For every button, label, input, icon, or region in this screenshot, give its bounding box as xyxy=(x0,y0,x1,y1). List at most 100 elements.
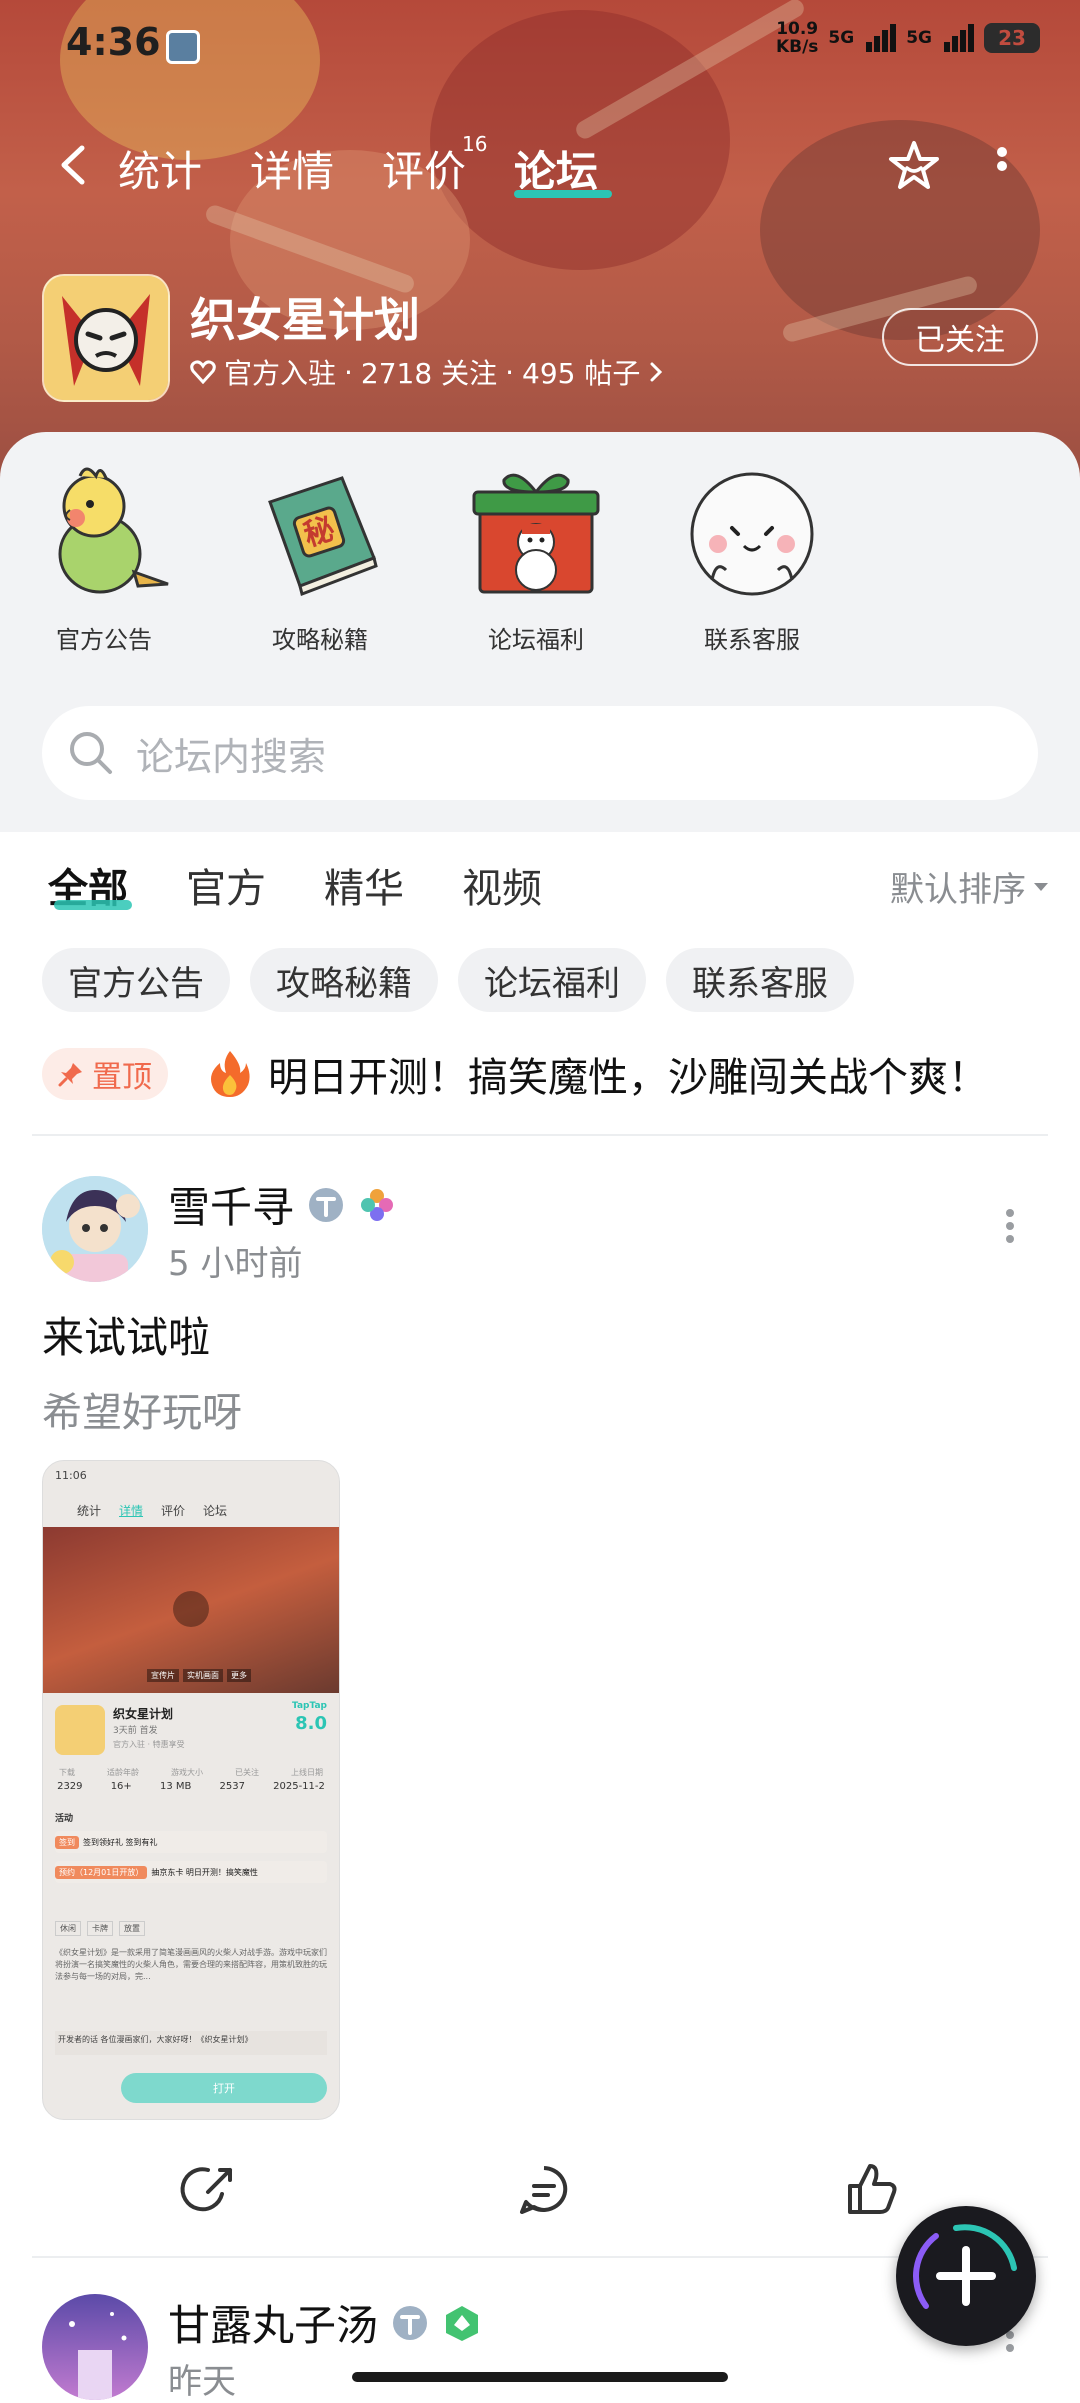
shortcut-support[interactable]: 联系客服 xyxy=(662,462,842,655)
avatar[interactable] xyxy=(42,1176,148,1282)
search-input[interactable]: 论坛内搜索 xyxy=(136,726,326,781)
chevron-right-icon[interactable] xyxy=(648,360,664,384)
shortcut-label: 官方公告 xyxy=(56,626,152,654)
post-count[interactable]: 495 帖子 xyxy=(522,352,640,392)
preview-tags: 休闲 卡牌 放置 xyxy=(55,1921,145,1936)
post-author[interactable]: 甘露丸子汤 xyxy=(168,2292,378,2353)
back-icon[interactable] xyxy=(52,142,98,188)
flower-badge-icon xyxy=(361,1188,394,1221)
chip-welfare[interactable]: 论坛福利 xyxy=(458,948,646,1012)
search-icon xyxy=(70,732,112,774)
chip-announcements[interactable]: 官方公告 xyxy=(42,948,230,1012)
post-author-row: 雪千寻 xyxy=(168,1174,396,1235)
preview-tag: 卡牌 xyxy=(87,1921,113,1936)
preview-tab: 详情 xyxy=(119,1503,144,1518)
sort-dropdown[interactable]: 默认排序 xyxy=(890,862,1050,911)
preview-reserve-text: 抽京东卡 明日开测！搞笑魔性 xyxy=(151,1867,258,1877)
shortcut-announcements[interactable]: 官方公告 xyxy=(14,462,194,655)
preview-description: 《织女星计划》是一款采用了简笔漫画画风的火柴人对战手游。游戏中玩家们将扮演一名搞… xyxy=(55,1948,327,1981)
star-icon[interactable] xyxy=(886,138,942,194)
play-icon xyxy=(173,1591,209,1627)
meta-separator: · xyxy=(344,355,353,389)
filter-tab-official[interactable]: 官方 xyxy=(186,856,266,914)
divider xyxy=(32,1134,1048,1136)
more-icon[interactable] xyxy=(1004,1208,1016,1244)
preview-stat-labels: 下载 适龄年龄 游戏大小 已关注 上线日期 xyxy=(43,1767,339,1778)
pinned-title: 明日开测！搞笑魔性，沙雕闯关战个爽！ xyxy=(268,1055,988,1101)
preview-tab: 评价 xyxy=(161,1503,186,1518)
active-filter-indicator xyxy=(54,900,132,910)
preview-tag: 放置 xyxy=(119,1921,145,1936)
avatar[interactable] xyxy=(42,2294,148,2400)
chip-guides[interactable]: 攻略秘籍 xyxy=(250,948,438,1012)
verified-badge-icon xyxy=(309,1187,344,1222)
preview-stat-label: 适龄年龄 xyxy=(107,1768,139,1777)
filter-tab-featured[interactable]: 精华 xyxy=(324,856,404,914)
preview-sign-text: 签到领好礼 签到有礼 xyxy=(83,1837,158,1847)
post-author[interactable]: 雪千寻 xyxy=(168,1174,294,1235)
preview-score: 8.0 xyxy=(295,1713,327,1734)
like-icon[interactable] xyxy=(842,2160,902,2220)
more-icon[interactable] xyxy=(996,146,1008,186)
filter-tab-video[interactable]: 视频 xyxy=(462,856,542,914)
preview-tab: 统计 xyxy=(77,1503,102,1518)
heart-icon xyxy=(190,360,216,384)
shortcut-label: 联系客服 xyxy=(704,626,800,654)
plus-icon xyxy=(913,2224,1017,2309)
preview-video-tabs: 宣传片 实机画面 更多 xyxy=(147,1669,251,1682)
post-image[interactable]: 11:06 统计 详情 评价 论坛 宣传片 实机画面 更多 织女星计划 3天前 … xyxy=(42,1460,340,2120)
meta-separator: · xyxy=(505,355,514,389)
tab-stats[interactable]: 统计 xyxy=(118,138,202,199)
tab-review[interactable]: 评价 xyxy=(382,138,466,199)
preview-sign-badge: 签到 xyxy=(55,1835,79,1849)
game-icon[interactable] xyxy=(42,274,170,402)
chip-support[interactable]: 联系客服 xyxy=(666,948,854,1012)
game-logo-art xyxy=(44,276,168,400)
preview-game-name: 织女星计划 xyxy=(113,1707,174,1721)
preview-stat-value: 13 MB xyxy=(159,1781,192,1792)
shortcut-guides[interactable]: 秘 攻略秘籍 xyxy=(230,462,410,655)
review-count-badge: 16 xyxy=(462,132,488,156)
avatar-image xyxy=(42,2294,148,2400)
avatar-image xyxy=(42,1176,148,1282)
preview-tag: 休闲 xyxy=(55,1921,81,1936)
game-meta: 官方入驻 · 2718 关注 · 495 帖子 xyxy=(190,352,664,392)
forum-search-bar[interactable]: 论坛内搜索 xyxy=(42,706,1038,800)
signal-icon xyxy=(942,24,974,52)
preview-video-tab: 实机画面 xyxy=(183,1669,223,1682)
sim2-label: 5G xyxy=(906,28,932,48)
parrot-icon xyxy=(58,467,169,594)
home-indicator xyxy=(352,2372,728,2382)
follow-button[interactable]: 已关注 xyxy=(882,308,1038,366)
preview-time: 11:06 xyxy=(55,1469,87,1482)
share-icon[interactable] xyxy=(178,2160,238,2220)
preview-stat-value: 2329 xyxy=(57,1781,83,1792)
pin-icon xyxy=(58,1063,82,1087)
preview-stat-label: 上线日期 xyxy=(291,1768,323,1777)
active-tab-indicator xyxy=(514,190,612,198)
preview-video-tab: 宣传片 xyxy=(147,1669,179,1682)
guide-book-icon: 秘 xyxy=(268,476,378,596)
post-title[interactable]: 来试试啦 xyxy=(42,1304,210,1365)
forum-header-card: 官方公告 秘 攻略秘籍 论坛福利 联系客服 论坛内搜索 xyxy=(0,432,1080,832)
new-post-button[interactable] xyxy=(896,2206,1036,2346)
pinned-title-wrap: 明日开测！搞笑魔性，沙雕闯关战个爽！ xyxy=(208,1045,988,1103)
game-title: 织女星计划 xyxy=(190,293,420,347)
preview-reserve-row: 预约（12月01日开放） 抽京东卡 明日开测！搞笑魔性 xyxy=(55,1861,327,1883)
post-body[interactable]: 希望好玩呀 xyxy=(42,1380,242,1438)
comment-icon[interactable] xyxy=(514,2160,574,2220)
support-mascot-icon xyxy=(690,472,814,596)
level-badge-icon xyxy=(446,2305,479,2341)
tab-detail[interactable]: 详情 xyxy=(250,138,334,199)
pinned-post[interactable]: 置顶 明日开测！搞笑魔性，沙雕闯关战个爽！ xyxy=(42,1044,1042,1104)
preview-stat-label: 已关注 xyxy=(235,1768,259,1777)
preview-activity: 活动 xyxy=(55,1814,74,1824)
pinned-label: 置顶 xyxy=(92,1060,152,1095)
follow-count: 2718 关注 xyxy=(360,357,498,390)
net-speed-value: 10.9 xyxy=(776,19,819,39)
shortcut-welfare[interactable]: 论坛福利 xyxy=(446,462,626,655)
preview-stat-label: 下载 xyxy=(59,1768,75,1777)
post-time: 昨天 xyxy=(168,2362,236,2402)
preview-stat-label: 游戏大小 xyxy=(171,1768,203,1777)
preview-stat-value: 2537 xyxy=(219,1781,245,1792)
